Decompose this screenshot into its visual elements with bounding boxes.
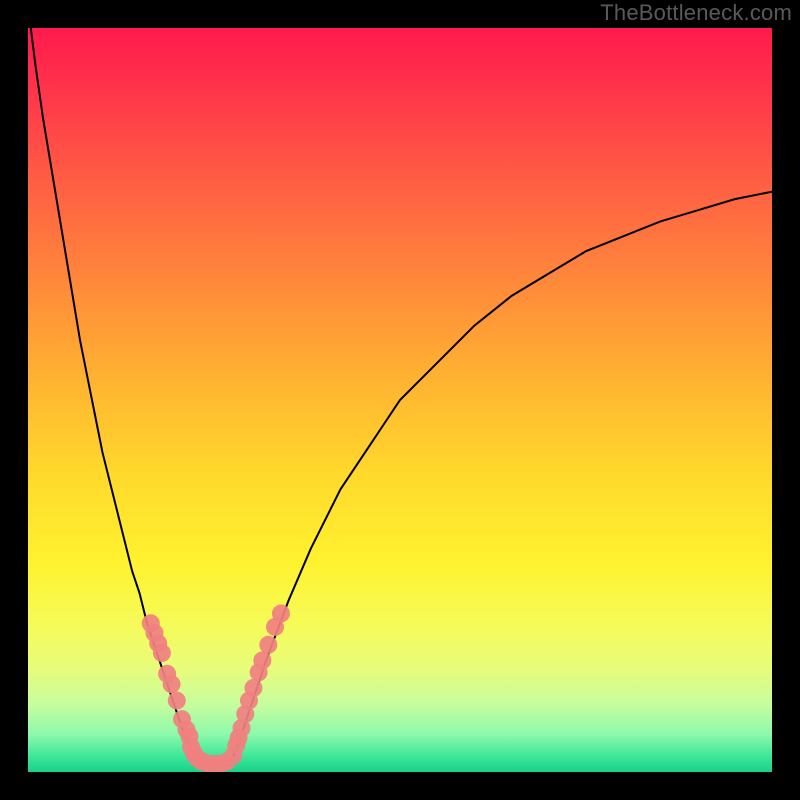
marker-dot — [259, 636, 277, 654]
curve-left — [28, 28, 199, 765]
marker-dot — [244, 679, 262, 697]
marker-dot — [163, 675, 181, 693]
marker-dot — [253, 651, 271, 669]
curve-layer — [28, 28, 772, 772]
marker-dot — [168, 692, 186, 710]
plot-area — [28, 28, 772, 772]
marker-dot — [272, 605, 290, 623]
watermark-text: TheBottleneck.com — [600, 0, 792, 26]
marker-dots — [142, 605, 290, 772]
marker-dot — [153, 644, 171, 662]
curve-right — [229, 192, 772, 765]
chart-frame: TheBottleneck.com — [0, 0, 800, 800]
